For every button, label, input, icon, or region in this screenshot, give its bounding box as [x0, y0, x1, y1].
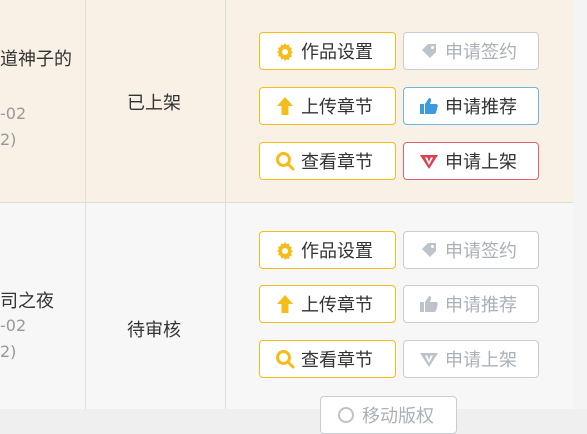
work-date: -02 [0, 316, 27, 335]
v-badge-icon [418, 348, 440, 370]
button-label: 查看章节 [301, 152, 373, 173]
search-icon [274, 348, 296, 370]
arrow-up-icon [274, 95, 296, 117]
work-title[interactable]: 道神子的 [0, 45, 72, 71]
button-label: 上传章节 [301, 295, 373, 316]
tag-icon [418, 239, 440, 261]
button-label: 申请签约 [445, 241, 517, 262]
button-label: 作品设置 [301, 42, 373, 63]
arrow-up-icon [274, 293, 296, 315]
apply-contract-button[interactable]: 申请签约 [403, 32, 539, 70]
column-divider [85, 0, 86, 409]
work-chapter-count: 2) [0, 342, 17, 361]
button-label: 上传章节 [301, 97, 373, 118]
view-chapters-button[interactable]: 查看章节 [259, 142, 396, 180]
v-badge-icon [418, 150, 440, 172]
button-label: 查看章节 [301, 350, 373, 371]
works-table: 道神子的 -02 2) 已上架 作品设置 申请签约 上传章节 申请推荐 查看章节… [0, 0, 573, 434]
gear-icon [274, 40, 296, 62]
upload-chapter-button[interactable]: 上传章节 [259, 285, 396, 323]
button-label: 移动版权 [362, 406, 434, 427]
search-icon [274, 150, 296, 172]
button-label: 作品设置 [301, 241, 373, 262]
status-label: 已上架 [127, 93, 181, 114]
page-margin [573, 0, 587, 409]
column-divider [225, 0, 226, 409]
work-settings-button[interactable]: 作品设置 [259, 231, 396, 269]
apply-recommend-button[interactable]: 申请推荐 [403, 285, 539, 323]
thumbs-up-icon [418, 95, 440, 117]
status-label: 待审核 [127, 320, 181, 341]
apply-shelf-button[interactable]: 申请上架 [403, 142, 539, 180]
apply-shelf-button[interactable]: 申请上架 [403, 340, 539, 378]
apply-recommend-button[interactable]: 申请推荐 [403, 87, 539, 125]
work-title[interactable]: 司之夜 [0, 287, 54, 313]
work-settings-button[interactable]: 作品设置 [259, 32, 396, 70]
button-label: 申请推荐 [445, 295, 517, 316]
work-chapter-count: 2) [0, 130, 17, 149]
work-date: -02 [0, 104, 27, 123]
button-label: 申请上架 [445, 152, 517, 173]
gear-icon [274, 239, 296, 261]
circle-icon [335, 404, 357, 426]
mobile-copyright-button[interactable]: 移动版权 [320, 396, 457, 434]
button-label: 申请签约 [445, 42, 517, 63]
button-label: 申请上架 [445, 350, 517, 371]
upload-chapter-button[interactable]: 上传章节 [259, 87, 396, 125]
view-chapters-button[interactable]: 查看章节 [259, 340, 396, 378]
thumbs-up-icon [418, 293, 440, 315]
apply-contract-button[interactable]: 申请签约 [403, 231, 539, 269]
tag-icon [418, 40, 440, 62]
button-label: 申请推荐 [445, 97, 517, 118]
